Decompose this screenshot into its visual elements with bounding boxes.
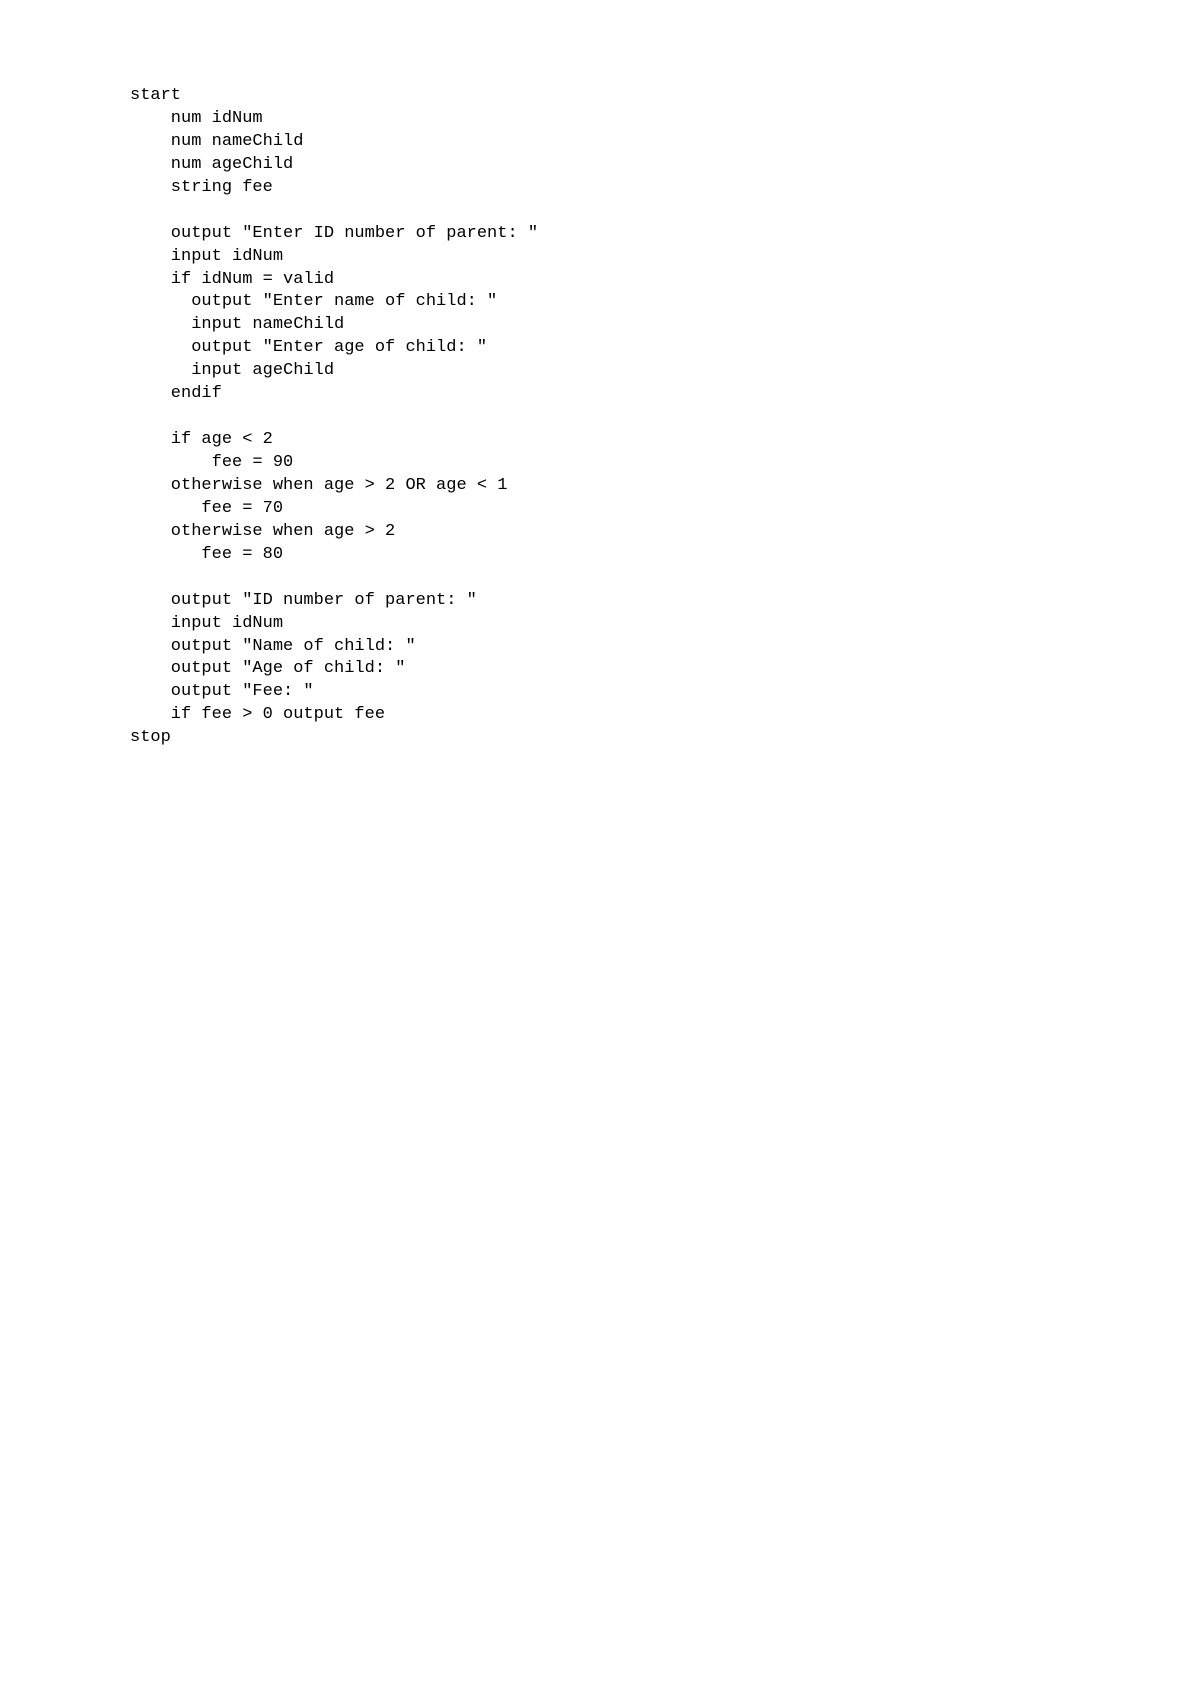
document-page: start num idNum num nameChild num ageChi… [0,0,1200,1697]
pseudocode-block: start num idNum num nameChild num ageChi… [130,85,1200,750]
